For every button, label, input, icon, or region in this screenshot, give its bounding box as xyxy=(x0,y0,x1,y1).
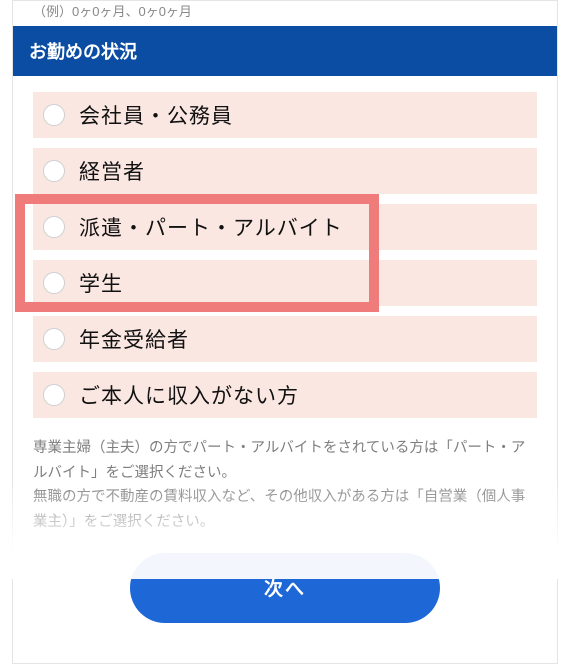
option-pensioner[interactable]: 年金受給者 xyxy=(33,316,537,362)
radio-icon xyxy=(43,160,65,182)
radio-icon xyxy=(43,104,65,126)
help-line-1: 専業主婦（主夫）の方でパート・アルバイトをされている方は「パート・アルバイト」を… xyxy=(33,436,537,485)
previous-field-hint: （例）0ヶ0ヶ月、0ヶ0ヶ月 xyxy=(13,1,557,26)
radio-icon xyxy=(43,272,65,294)
form-card: （例）0ヶ0ヶ月、0ヶ0ヶ月 お勤めの状況 会社員・公務員 経営者 派遣・パート… xyxy=(12,0,558,664)
radio-icon xyxy=(43,384,65,406)
section-title: お勤めの状況 xyxy=(13,26,557,76)
employment-options: 会社員・公務員 経営者 派遣・パート・アルバイト 学生 年金受給者 ご本人に収入… xyxy=(13,76,557,432)
option-part-time[interactable]: 派遣・パート・アルバイト xyxy=(33,204,537,250)
option-label: 会社員・公務員 xyxy=(79,100,233,130)
radio-icon xyxy=(43,216,65,238)
radio-icon xyxy=(43,328,65,350)
help-text: 専業主婦（主夫）の方でパート・アルバイトをされている方は「パート・アルバイト」を… xyxy=(13,432,557,535)
option-label: 経営者 xyxy=(79,156,145,186)
next-button[interactable]: 次へ xyxy=(130,553,440,623)
option-label: 学生 xyxy=(79,268,123,298)
option-company-employee[interactable]: 会社員・公務員 xyxy=(33,92,537,138)
option-label: 派遣・パート・アルバイト xyxy=(79,212,343,242)
help-line-2: 無職の方で不動産の賃料収入など、その他収入がある方は「自営業（個人事業主）」をご… xyxy=(33,485,537,534)
option-executive[interactable]: 経営者 xyxy=(33,148,537,194)
option-no-income[interactable]: ご本人に収入がない方 xyxy=(33,372,537,418)
option-label: ご本人に収入がない方 xyxy=(79,380,299,410)
option-student[interactable]: 学生 xyxy=(33,260,537,306)
option-label: 年金受給者 xyxy=(79,324,189,354)
